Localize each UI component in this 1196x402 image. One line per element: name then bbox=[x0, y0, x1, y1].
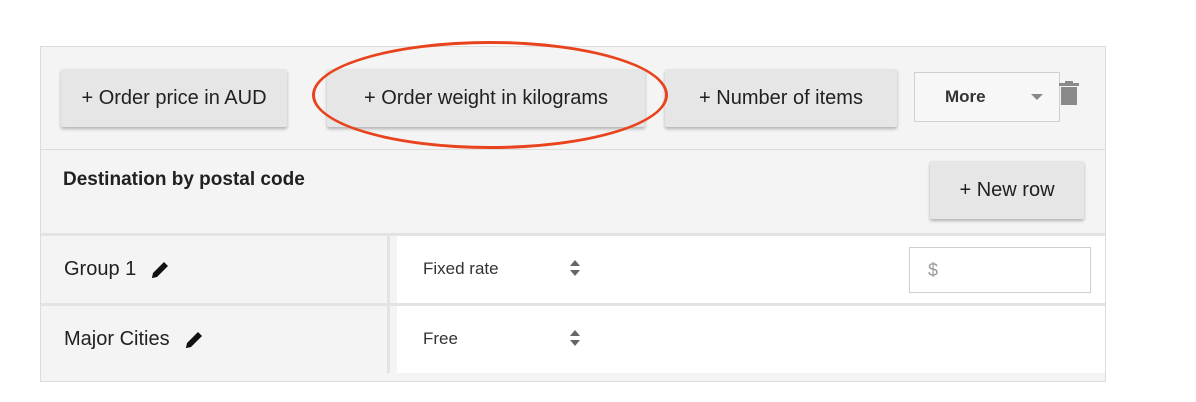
rate-type-select[interactable]: Fixed rate bbox=[423, 259, 499, 279]
toolbar-divider bbox=[41, 149, 1105, 150]
more-dropdown[interactable]: More bbox=[914, 72, 1060, 122]
select-arrows-icon[interactable] bbox=[569, 258, 581, 278]
table-row-rate-cell: Fixed rate bbox=[397, 236, 1105, 303]
pencil-icon[interactable] bbox=[184, 330, 204, 350]
pencil-icon[interactable] bbox=[150, 260, 170, 280]
add-order-price-button[interactable]: + Order price in AUD bbox=[61, 69, 287, 127]
select-arrows-icon[interactable] bbox=[569, 328, 581, 348]
more-dropdown-label: More bbox=[945, 87, 986, 106]
row-name-label: Group 1 bbox=[64, 258, 137, 280]
row-name-label: Major Cities bbox=[64, 328, 170, 350]
trash-icon[interactable] bbox=[1059, 81, 1079, 105]
rate-type-select[interactable]: Free bbox=[423, 329, 458, 349]
price-input[interactable] bbox=[909, 247, 1091, 293]
section-title: Destination by postal code bbox=[63, 169, 305, 190]
new-row-button[interactable]: + New row bbox=[930, 161, 1084, 219]
table-row-name-cell: Major Cities bbox=[41, 306, 390, 373]
add-number-of-items-button[interactable]: + Number of items bbox=[665, 69, 897, 127]
add-order-weight-button[interactable]: + Order weight in kilograms bbox=[327, 69, 645, 127]
shipping-rate-table-panel: + Order price in AUD + Order weight in k… bbox=[40, 46, 1106, 382]
table-row-name-cell: Group 1 bbox=[41, 236, 390, 303]
chevron-down-icon bbox=[1031, 94, 1043, 100]
table-row-rate-cell: Free bbox=[397, 306, 1105, 373]
